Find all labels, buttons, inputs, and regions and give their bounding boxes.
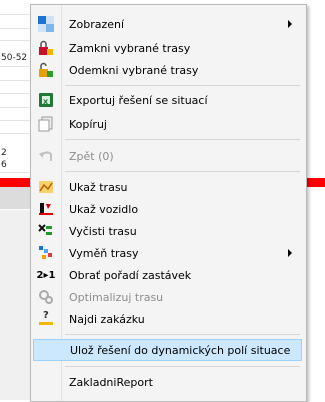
menu-separator bbox=[65, 139, 300, 140]
menu-item-label: Odemkni vybrané trasy bbox=[69, 63, 199, 77]
menu-separator bbox=[65, 334, 300, 335]
empty-icon-slot bbox=[37, 373, 55, 391]
menu-item-label: Zobrazení bbox=[69, 17, 125, 31]
copy-icon bbox=[37, 115, 55, 133]
lock-icon bbox=[37, 39, 55, 57]
menu-item-label: Najdi zakázku bbox=[69, 312, 145, 326]
submenu-arrow-icon bbox=[288, 20, 292, 28]
menu-item-save-solution[interactable]: Ulož řešení do dynamických polí situace bbox=[33, 339, 302, 361]
submenu-arrow-icon bbox=[288, 249, 292, 257]
menu-item-clear-route[interactable]: Vyčisti trasu bbox=[33, 220, 302, 242]
grid-cell: 2 bbox=[1, 148, 7, 158]
menu-item-unlock-routes[interactable]: Odemkni vybrané trasy bbox=[33, 59, 302, 81]
show-route-icon bbox=[37, 178, 55, 196]
menu-item-show-route[interactable]: Ukaž trasu bbox=[33, 176, 302, 198]
svg-text:x: x bbox=[43, 97, 49, 106]
menu-item-reverse-stops[interactable]: 2▸1 Obrať pořadí zastávek bbox=[33, 264, 302, 286]
menu-item-find-order[interactable]: ? Najdi zakázku bbox=[33, 308, 302, 330]
menu-item-label: Zamkni vybrané trasy bbox=[69, 41, 191, 55]
menu-item-label: ZakladniReport bbox=[69, 375, 153, 389]
menu-item-undo[interactable]: Zpět (0) bbox=[33, 145, 302, 167]
display-icon bbox=[37, 15, 55, 33]
find-order-glyph: ? bbox=[43, 310, 49, 321]
show-vehicle-icon bbox=[37, 200, 55, 218]
swap-routes-icon bbox=[37, 244, 55, 262]
menu-item-label: Vyčisti trasu bbox=[69, 224, 137, 238]
grid-cell: 6 bbox=[1, 160, 7, 170]
menu-item-copy[interactable]: Kopíruj bbox=[33, 113, 302, 135]
menu-item-label: Optimalizuj trasu bbox=[69, 290, 164, 304]
selected-row-bar-right bbox=[305, 178, 325, 187]
menu-separator bbox=[65, 85, 300, 86]
menu-item-label: Ulož řešení do dynamických polí situace bbox=[70, 343, 291, 357]
menu-separator bbox=[65, 171, 300, 172]
reverse-order-icon: 2▸1 bbox=[36, 269, 56, 281]
menu-item-swap-routes[interactable]: Vyměň trasy bbox=[33, 242, 302, 264]
right-edge bbox=[305, 0, 325, 400]
menu-item-label: Vyměň trasy bbox=[69, 246, 139, 260]
menu-item-label: Zpět (0) bbox=[69, 149, 114, 163]
menu-item-display[interactable]: Zobrazení bbox=[33, 13, 302, 35]
menu-item-label: Exportuj řešení se situací bbox=[69, 93, 208, 107]
clear-route-icon bbox=[37, 222, 55, 240]
menu-separator bbox=[65, 366, 300, 367]
menu-item-show-vehicle[interactable]: Ukaž vozidlo bbox=[33, 198, 302, 220]
grid-cell: 50-52 bbox=[1, 53, 28, 63]
menu-item-label: Obrať pořadí zastávek bbox=[69, 268, 192, 282]
excel-export-icon: x bbox=[37, 91, 55, 109]
undo-icon bbox=[37, 147, 55, 165]
menu-item-label: Kopíruj bbox=[69, 117, 107, 131]
menu-item-lock-routes[interactable]: Zamkni vybrané trasy bbox=[33, 37, 302, 59]
optimize-icon bbox=[37, 288, 55, 306]
empty-icon-slot bbox=[38, 341, 56, 359]
unlock-icon bbox=[37, 61, 55, 79]
find-order-icon: ? bbox=[37, 310, 55, 328]
menu-item-export[interactable]: x Exportuj řešení se situací bbox=[33, 89, 302, 111]
menu-item-label: Ukaž trasu bbox=[69, 180, 128, 194]
menu-item-optimize-route[interactable]: Optimalizuj trasu bbox=[33, 286, 302, 308]
menu-item-label: Ukaž vozidlo bbox=[69, 202, 139, 216]
menu-item-basic-report[interactable]: ZakladniReport bbox=[33, 371, 302, 393]
context-menu: Zobrazení Zamkni vybrané trasy Odemkni v… bbox=[30, 4, 307, 402]
